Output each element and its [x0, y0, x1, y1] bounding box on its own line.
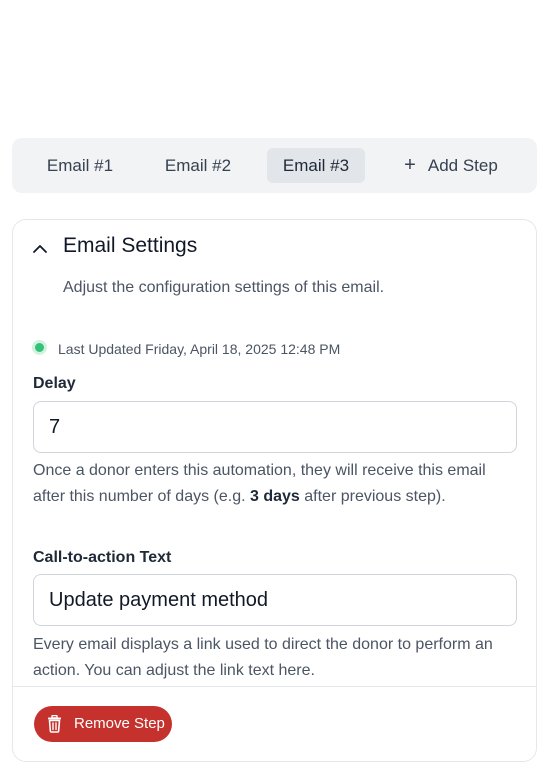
delay-help-part: after previous step). — [299, 488, 446, 505]
delay-label: Delay — [33, 375, 76, 392]
tab-email-2[interactable]: Email #2 — [152, 148, 244, 183]
delay-help-text: Once a donor enters this automation, the… — [33, 458, 513, 510]
status-dot-icon — [35, 343, 44, 352]
delay-help-bold: 3 days — [250, 488, 300, 505]
section-subtitle: Adjust the configuration settings of thi… — [63, 279, 385, 296]
trash-icon — [48, 715, 61, 733]
email-step-tabs: Email #1 Email #2 Email #3 + Add Step — [12, 138, 537, 193]
tab-email-1[interactable]: Email #1 — [34, 148, 126, 183]
add-step-label: Add Step — [427, 156, 498, 175]
remove-step-button[interactable]: Remove Step — [34, 706, 172, 742]
add-step-button[interactable]: + Add Step — [396, 148, 506, 183]
cta-text-input[interactable] — [33, 574, 517, 626]
chevron-up-icon[interactable] — [31, 240, 49, 258]
remove-step-label: Remove Step — [74, 715, 165, 732]
section-title: Email Settings — [63, 234, 198, 257]
divider — [13, 686, 536, 687]
cta-help-text: Every email displays a link used to dire… — [33, 636, 493, 679]
email-settings-card: Email Settings Adjust the configuration … — [12, 219, 537, 762]
cta-label: Call-to-action Text — [33, 549, 172, 566]
delay-input[interactable] — [33, 401, 517, 453]
tab-email-3[interactable]: Email #3 — [267, 148, 365, 183]
plus-icon: + — [404, 154, 416, 176]
last-updated-text: Last Updated Friday, April 18, 2025 12:4… — [58, 341, 341, 357]
